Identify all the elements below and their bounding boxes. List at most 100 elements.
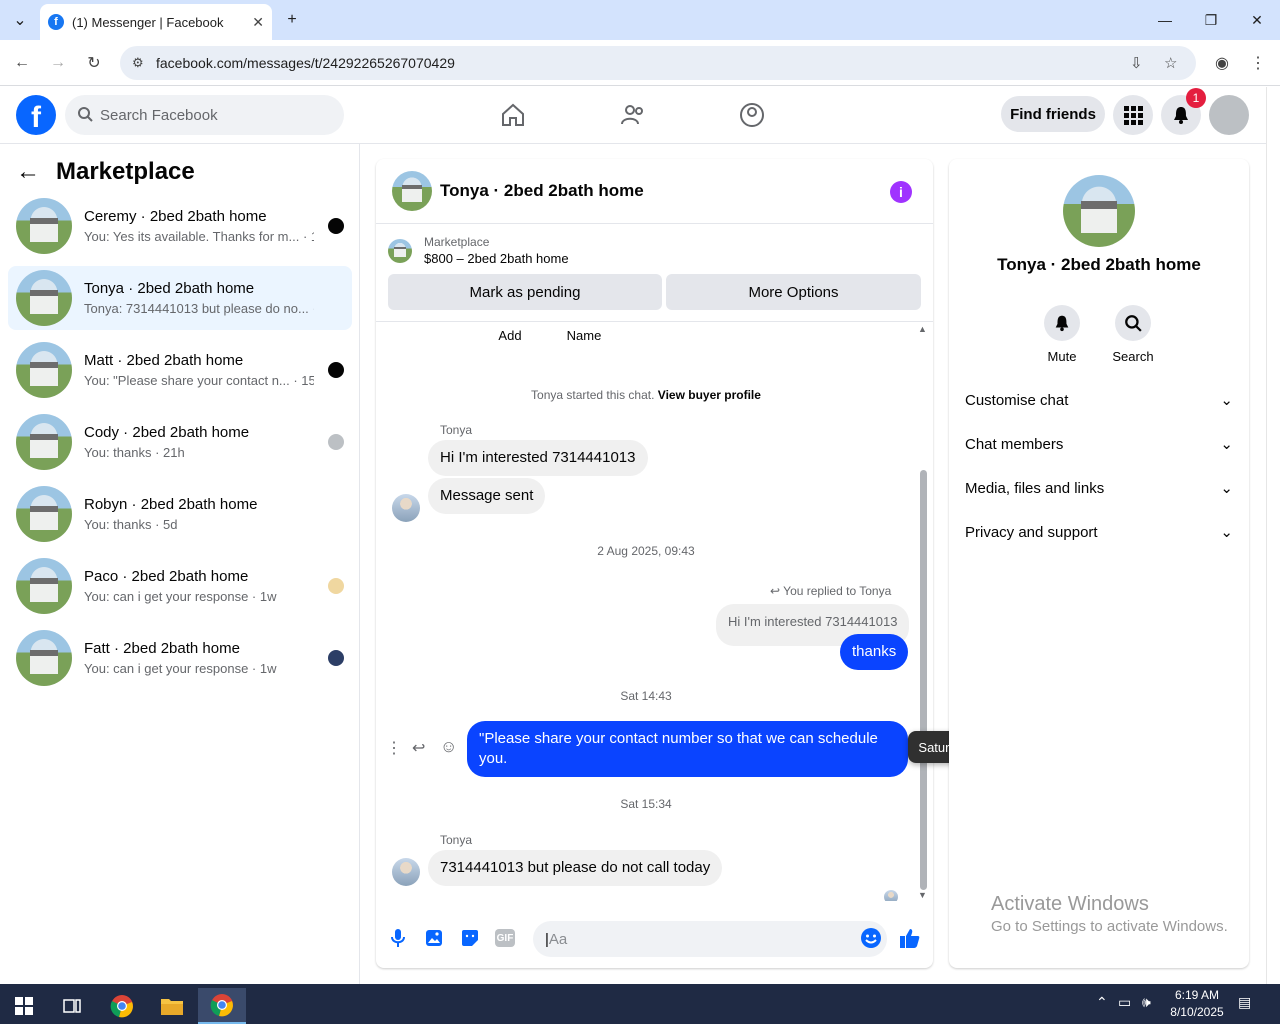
- details-avatar[interactable]: [1063, 175, 1135, 247]
- search-chat-button[interactable]: Search: [1098, 305, 1168, 364]
- replied-label: ↩ You replied to Tonya: [770, 584, 892, 598]
- show-hidden-icons[interactable]: ⌃: [1096, 994, 1108, 1011]
- conversation-item[interactable]: Cody · 2bed 2bath home You: thanks · 21h: [8, 410, 352, 474]
- browser-menu-icon[interactable]: ⋮: [1246, 51, 1270, 75]
- close-tab-icon[interactable]: ✕: [252, 14, 264, 31]
- facebook-top-nav: f Search Facebook Find friends 1: [0, 87, 1266, 144]
- chat-title[interactable]: Tonya · 2bed 2bath home: [440, 181, 644, 201]
- conversation-item-active[interactable]: Tonya · 2bed 2bath home Tonya: 7314441013…: [8, 266, 352, 330]
- incoming-message[interactable]: Hi I'm interested 7314441013: [428, 440, 648, 476]
- mark-pending-button[interactable]: Mark as pending: [388, 274, 662, 310]
- info-icon[interactable]: i: [890, 181, 912, 203]
- emoji-icon[interactable]: [860, 927, 882, 949]
- windows-start-icon[interactable]: [0, 988, 48, 1024]
- task-view-icon[interactable]: [48, 988, 96, 1024]
- microphone-icon[interactable]: [387, 927, 409, 949]
- conversation-item[interactable]: Matt · 2bed 2bath home You: "Please share…: [8, 338, 352, 402]
- react-emoji-icon[interactable]: ☺: [440, 737, 457, 757]
- friends-icon[interactable]: [617, 99, 649, 131]
- gif-icon[interactable]: GIF: [495, 929, 515, 947]
- bell-icon: [1044, 305, 1080, 341]
- page-scrollbar[interactable]: [1266, 87, 1280, 984]
- outgoing-message[interactable]: "Please share your contact number so tha…: [467, 721, 908, 777]
- reply-icon[interactable]: ↩: [412, 738, 425, 758]
- chrome-profile-icon[interactable]: [198, 988, 246, 1024]
- bookmark-star-icon[interactable]: ☆: [1164, 54, 1177, 72]
- site-info-icon[interactable]: ⚙: [132, 55, 144, 71]
- browser-tab[interactable]: f (1) Messenger | Facebook ✕: [40, 4, 272, 40]
- chrome-icon[interactable]: [98, 988, 146, 1024]
- close-window-icon[interactable]: ✕: [1234, 0, 1280, 40]
- incoming-message[interactable]: 7314441013 but please do not call today: [428, 850, 723, 886]
- conversation-preview: You: can i get your response · 1w: [84, 589, 277, 604]
- forward-icon[interactable]: →: [46, 51, 70, 75]
- back-arrow-icon[interactable]: ←: [16, 158, 40, 186]
- menu-grid-icon[interactable]: [1113, 95, 1153, 135]
- privacy-support-section[interactable]: Privacy and support ⌄: [965, 523, 1233, 542]
- back-icon[interactable]: ←: [10, 51, 34, 75]
- conversation-item[interactable]: Robyn · 2bed 2bath home You: thanks · 5d: [8, 482, 352, 546]
- groups-icon[interactable]: [736, 99, 768, 131]
- details-name: Tonya · 2bed 2bath home: [997, 255, 1201, 274]
- more-options-button[interactable]: More Options: [666, 274, 921, 310]
- file-explorer-icon[interactable]: [148, 988, 196, 1024]
- network-icon[interactable]: ▭: [1118, 994, 1131, 1011]
- new-tab-icon[interactable]: +: [280, 8, 304, 32]
- volume-icon[interactable]: 🕪: [1142, 994, 1151, 1011]
- restore-icon[interactable]: ❐: [1188, 0, 1234, 40]
- find-friends-button[interactable]: Find friends: [1001, 96, 1105, 132]
- url-text: facebook.com/messages/t/2429226526707042…: [156, 55, 455, 71]
- search-placeholder: Search Facebook: [100, 106, 218, 124]
- facebook-logo-icon[interactable]: f: [16, 95, 56, 135]
- name-action-label[interactable]: Name: [376, 328, 864, 343]
- tab-title: (1) Messenger | Facebook: [72, 14, 224, 30]
- outgoing-message[interactable]: thanks: [840, 634, 909, 670]
- conversation-item[interactable]: Fatt · 2bed 2bath home You: can i get you…: [8, 626, 352, 690]
- sticker-icon[interactable]: [459, 927, 481, 949]
- home-icon[interactable]: [497, 99, 529, 131]
- chat-scrollbar[interactable]: [920, 470, 927, 890]
- mute-button[interactable]: Mute: [1027, 305, 1097, 364]
- message-list[interactable]: Add Name Tonya started this chat. View b…: [376, 321, 933, 901]
- chat-avatar[interactable]: [392, 171, 432, 211]
- chat-members-section[interactable]: Chat members ⌄: [965, 435, 1233, 454]
- facebook-search-input[interactable]: Search Facebook: [65, 95, 344, 135]
- conversation-name: Cody · 2bed 2bath home: [84, 424, 250, 441]
- media-files-section[interactable]: Media, files and links ⌄: [965, 479, 1233, 498]
- url-bar[interactable]: ⚙ facebook.com/messages/t/24292265267070…: [120, 46, 1196, 80]
- thumbs-up-icon[interactable]: [899, 927, 921, 949]
- marketplace-sidebar: ← Marketplace Ceremy · 2bed 2bath home Yo…: [0, 144, 360, 984]
- conversation-name: Tonya · 2bed 2bath home: [84, 280, 255, 297]
- conversation-item[interactable]: Ceremy · 2bed 2bath home You: Yes its ava…: [8, 194, 352, 258]
- photo-icon[interactable]: [423, 927, 445, 949]
- install-app-icon[interactable]: ⇩: [1130, 54, 1143, 72]
- marketplace-listing[interactable]: Marketplace $800 – 2bed 2bath home: [388, 235, 569, 266]
- tonya-avatar[interactable]: [392, 494, 420, 522]
- account-avatar-icon[interactable]: [1209, 95, 1249, 135]
- customise-chat-section[interactable]: Customise chat ⌄: [965, 391, 1233, 410]
- taskbar-clock[interactable]: 6:19 AM 8/10/2025: [1162, 987, 1232, 1021]
- reload-icon[interactable]: ↻: [82, 51, 106, 75]
- minimize-icon[interactable]: —: [1142, 0, 1188, 40]
- action-center-icon[interactable]: ▤: [1238, 994, 1251, 1011]
- profile-icon[interactable]: ◉: [1210, 51, 1234, 75]
- mute-label: Mute: [1047, 349, 1077, 364]
- scroll-up-icon[interactable]: ▲: [918, 324, 927, 334]
- view-buyer-profile-link[interactable]: View buyer profile: [658, 388, 761, 402]
- chevron-down-icon: ⌄: [1220, 480, 1233, 497]
- conversation-name: Paco · 2bed 2bath home: [84, 568, 249, 585]
- incoming-message[interactable]: Message sent: [428, 478, 546, 514]
- search-icon: [78, 107, 93, 122]
- search-label: Search: [1112, 349, 1154, 364]
- listing-thumbnail: [388, 238, 412, 263]
- scroll-down-icon[interactable]: ▼: [918, 890, 927, 900]
- windows-taskbar: ⌃ ▭ 🕪 6:19 AM 8/10/2025 ▤: [0, 984, 1280, 1024]
- tab-search-icon[interactable]: ⌄: [8, 8, 32, 32]
- seen-avatar-icon: [328, 578, 344, 594]
- conversation-item[interactable]: Paco · 2bed 2bath home You: can i get you…: [8, 554, 352, 618]
- more-actions-icon[interactable]: ⋮: [386, 738, 402, 758]
- conversation-name: Ceremy · 2bed 2bath home: [84, 208, 267, 225]
- conversation-name: Matt · 2bed 2bath home: [84, 352, 244, 369]
- tonya-avatar[interactable]: [392, 858, 420, 886]
- message-input[interactable]: | Aa: [533, 921, 887, 957]
